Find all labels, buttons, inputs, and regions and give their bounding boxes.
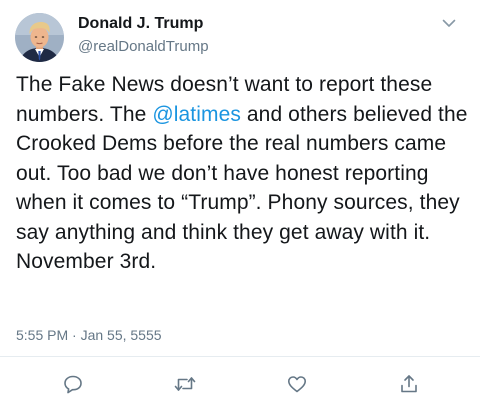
share-button[interactable]	[396, 372, 422, 396]
like-button[interactable]	[284, 372, 310, 396]
reply-icon	[64, 375, 82, 394]
tweet-card: Donald J. Trump @realDonaldTrump The Fak…	[0, 0, 480, 410]
avatar[interactable]	[15, 13, 64, 62]
tweet-timestamp[interactable]: 5:55 PM · Jan 55, 5555	[16, 327, 162, 343]
retweet-icon	[174, 377, 196, 391]
profile-photo-icon	[15, 13, 64, 62]
mention-link[interactable]: @latimes	[152, 103, 241, 126]
divider	[0, 356, 480, 357]
tweet-text: The Fake News doesn’t want to report the…	[16, 70, 472, 277]
tweet-menu-button[interactable]	[438, 14, 460, 32]
tweet-text-part: and others believed the Crooked Dems bef…	[16, 102, 468, 274]
like-icon	[288, 376, 306, 393]
user-handle[interactable]: @realDonaldTrump	[78, 38, 209, 55]
display-name[interactable]: Donald J. Trump	[78, 15, 203, 33]
chevron-down-icon	[442, 19, 456, 27]
retweet-button[interactable]	[172, 372, 198, 396]
share-icon	[401, 375, 417, 393]
reply-button[interactable]	[60, 372, 86, 396]
